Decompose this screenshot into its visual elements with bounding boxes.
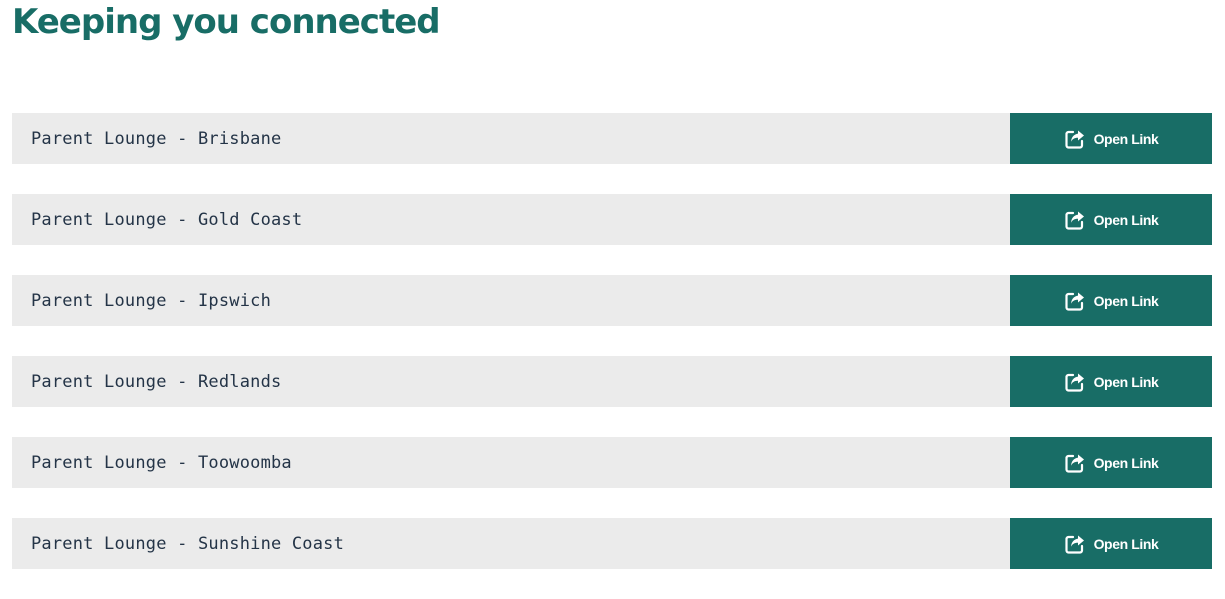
share-arrow-icon [1064,290,1086,312]
list-item: Parent Lounge - Gold Coast Open Link [12,194,1212,245]
open-link-button[interactable]: Open Link [1010,194,1212,245]
open-link-label: Open Link [1093,454,1159,471]
link-label: Parent Lounge - Gold Coast [12,194,1010,245]
open-link-label: Open Link [1093,373,1159,390]
list-item: Parent Lounge - Brisbane Open Link [12,113,1212,164]
share-arrow-icon [1064,533,1086,555]
list-item: Parent Lounge - Sunshine Coast Open Link [12,518,1212,569]
link-label: Parent Lounge - Brisbane [12,113,1010,164]
open-link-button[interactable]: Open Link [1010,356,1212,407]
link-label: Parent Lounge - Ipswich [12,275,1010,326]
open-link-button[interactable]: Open Link [1010,275,1212,326]
open-link-button[interactable]: Open Link [1010,113,1212,164]
link-label: Parent Lounge - Sunshine Coast [12,518,1010,569]
open-link-label: Open Link [1093,211,1159,228]
list-item: Parent Lounge - Redlands Open Link [12,356,1212,407]
share-arrow-icon [1064,209,1086,231]
link-list: Parent Lounge - Brisbane Open Link Paren… [12,113,1212,599]
link-label: Parent Lounge - Redlands [12,356,1010,407]
share-arrow-icon [1064,452,1086,474]
open-link-button[interactable]: Open Link [1010,437,1212,488]
share-arrow-icon [1064,128,1086,150]
open-link-label: Open Link [1093,130,1159,147]
list-item: Parent Lounge - Toowoomba Open Link [12,437,1212,488]
link-label: Parent Lounge - Toowoomba [12,437,1010,488]
list-item: Parent Lounge - Ipswich Open Link [12,275,1212,326]
open-link-label: Open Link [1093,292,1159,309]
share-arrow-icon [1064,371,1086,393]
open-link-button[interactable]: Open Link [1010,518,1212,569]
page-title: Keeping you connected [12,2,441,42]
open-link-label: Open Link [1093,535,1159,552]
